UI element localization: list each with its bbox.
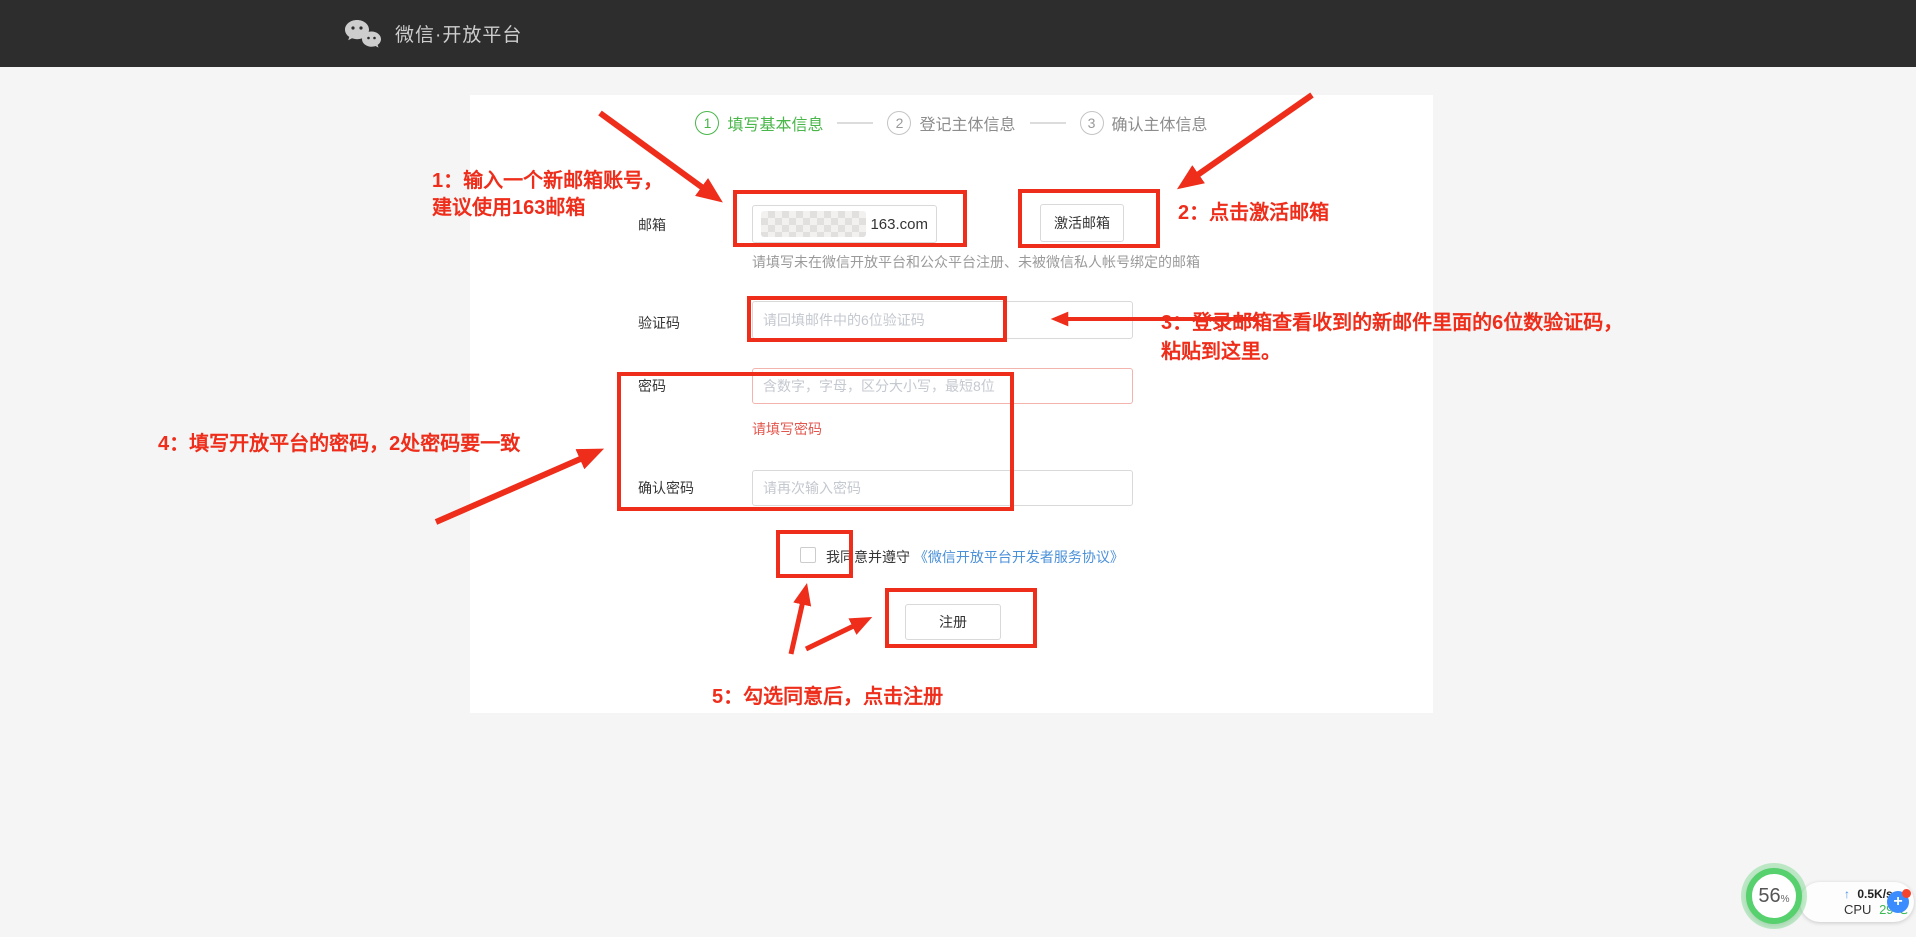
annotation-3: 3：登录邮箱查看收到的新邮件里面的6位数验证码， 粘贴到这里。 bbox=[1161, 309, 1623, 367]
memory-usage-ball[interactable]: 56 % bbox=[1746, 868, 1802, 924]
upload-arrow-icon: ↑ bbox=[1844, 887, 1850, 901]
annotation-1-line1: 1：输入一个新邮箱账号， bbox=[432, 168, 663, 195]
highlight-box-code bbox=[747, 296, 1007, 342]
highlight-box-passwords bbox=[617, 372, 1014, 511]
highlight-box-checkbox bbox=[776, 530, 853, 578]
step-3: 3 确认主体信息 bbox=[1080, 111, 1208, 135]
monitor-plus-button[interactable]: + bbox=[1887, 891, 1909, 913]
step-1: 1 填写基本信息 bbox=[695, 111, 823, 135]
annotation-2: 2：点击激活邮箱 bbox=[1178, 196, 1329, 225]
annotation-1-line2: 建议使用163邮箱 bbox=[432, 195, 663, 222]
annotation-3-line1: 3：登录邮箱查看收到的新邮件里面的6位数验证码， bbox=[1161, 309, 1623, 338]
app-header: 微信·开放平台 bbox=[0, 0, 1916, 67]
wechat-logo-icon bbox=[343, 18, 381, 50]
highlight-box-activate bbox=[1018, 189, 1160, 248]
highlight-box-register bbox=[885, 588, 1037, 648]
step-dash bbox=[837, 122, 873, 124]
annotation-3-line2: 粘贴到这里。 bbox=[1161, 338, 1623, 367]
app-title: 微信·开放平台 bbox=[395, 20, 522, 47]
brand: 微信·开放平台 bbox=[343, 0, 522, 67]
step-3-circle: 3 bbox=[1080, 111, 1104, 135]
highlight-box-email bbox=[733, 190, 967, 247]
cpu-label: CPU bbox=[1844, 902, 1871, 917]
email-helper-text: 请填写未在微信开放平台和公众平台注册、未被微信私人帐号绑定的邮箱 bbox=[752, 252, 1200, 272]
step-3-label: 确认主体信息 bbox=[1112, 111, 1208, 135]
step-dash bbox=[1030, 122, 1066, 124]
step-1-circle: 1 bbox=[695, 111, 719, 135]
agreement-text: 我同意并遵守 《微信开放平台开发者服务协议》 bbox=[826, 547, 1124, 567]
usage-percent: 56 bbox=[1758, 885, 1780, 908]
step-1-label: 填写基本信息 bbox=[727, 111, 823, 135]
monitor-pill: ↑ 0.5K/s CPU 29℃ + bbox=[1800, 882, 1914, 922]
usage-percent-unit: % bbox=[1781, 894, 1790, 905]
agreement-link[interactable]: 《微信开放平台开发者服务协议》 bbox=[914, 549, 1124, 565]
notification-dot bbox=[1902, 889, 1911, 898]
step-2: 2 登记主体信息 bbox=[887, 111, 1015, 135]
step-2-circle: 2 bbox=[887, 111, 911, 135]
annotation-4: 4：填写开放平台的密码，2处密码要一致 bbox=[158, 427, 520, 456]
step-2-label: 登记主体信息 bbox=[919, 111, 1015, 135]
code-label: 验证码 bbox=[638, 313, 680, 333]
annotation-5: 5：勾选同意后，点击注册 bbox=[712, 680, 943, 709]
annotation-1: 1：输入一个新邮箱账号， 建议使用163邮箱 bbox=[432, 168, 663, 222]
step-indicator: 1 填写基本信息 2 登记主体信息 3 确认主体信息 bbox=[470, 111, 1433, 135]
system-monitor-widget[interactable]: ↑ 0.5K/s CPU 29℃ + 56 % bbox=[1742, 862, 1916, 932]
